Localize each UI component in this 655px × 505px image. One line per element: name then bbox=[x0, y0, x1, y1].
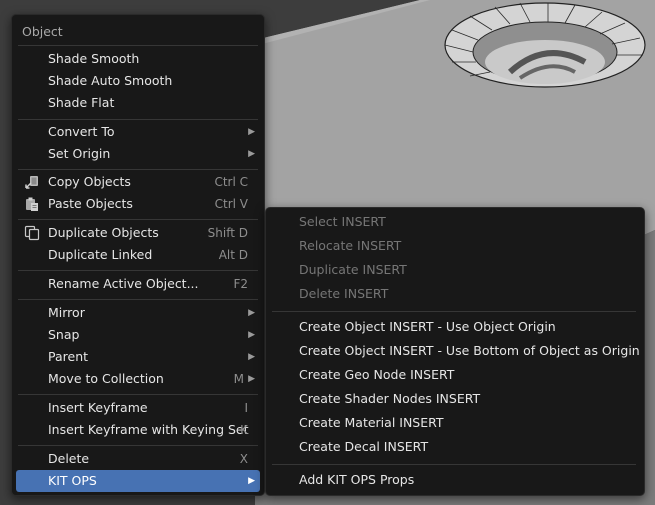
menu-item-label: Shade Auto Smooth bbox=[48, 73, 173, 88]
menu-item-label: Select INSERT bbox=[299, 214, 386, 229]
menu-item-label: Copy Objects bbox=[48, 174, 131, 189]
menu-item-copy-objects[interactable]: Copy Objects Ctrl C bbox=[16, 171, 260, 193]
menu-item-label: KIT OPS bbox=[48, 473, 97, 488]
menu-item-label: Insert Keyframe bbox=[48, 400, 148, 415]
menu-item-select-insert[interactable]: Select INSERT bbox=[270, 211, 640, 233]
menu-item-kit-ops[interactable]: KIT OPS ▶ bbox=[16, 470, 260, 492]
submenu-arrow-icon: ▶ bbox=[248, 330, 255, 340]
menu-item-add-kit-ops-props[interactable]: Add KIT OPS Props bbox=[270, 469, 640, 491]
menu-item-label: Shade Smooth bbox=[48, 51, 140, 66]
shortcut-label: Shift D bbox=[207, 226, 248, 240]
submenu-arrow-icon: ▶ bbox=[248, 352, 255, 362]
shortcut-label: I bbox=[244, 401, 248, 415]
menu-item-label: Create Object INSERT - Use Object Origin bbox=[299, 319, 556, 334]
separator bbox=[18, 169, 258, 170]
menu-item-convert-to[interactable]: Convert To ▶ bbox=[16, 121, 260, 143]
shortcut-label: X bbox=[239, 452, 248, 466]
menu-item-paste-objects[interactable]: Paste Objects Ctrl V bbox=[16, 193, 260, 215]
shortcut-label: M bbox=[233, 372, 244, 386]
submenu-arrow-icon: ▶ bbox=[248, 374, 255, 384]
separator bbox=[18, 119, 258, 120]
separator bbox=[18, 394, 258, 395]
menu-item-label: Delete INSERT bbox=[299, 286, 389, 301]
copy-icon bbox=[25, 176, 38, 189]
menu-item-label: Move to Collection bbox=[48, 371, 164, 386]
menu-item-create-geo-node-insert[interactable]: Create Geo Node INSERT bbox=[270, 364, 640, 386]
menu-item-mirror[interactable]: Mirror ▶ bbox=[16, 302, 260, 324]
menu-item-label: Set Origin bbox=[48, 146, 111, 161]
separator bbox=[272, 311, 636, 312]
menu-item-create-object-insert-origin[interactable]: Create Object INSERT - Use Object Origin bbox=[270, 316, 640, 338]
menu-item-insert-keyframe[interactable]: Insert Keyframe I bbox=[16, 397, 260, 419]
separator bbox=[18, 219, 258, 220]
menu-item-set-origin[interactable]: Set Origin ▶ bbox=[16, 143, 260, 165]
paste-icon bbox=[26, 197, 38, 211]
menu-item-shade-smooth[interactable]: Shade Smooth bbox=[16, 48, 260, 70]
menu-item-label: Create Geo Node INSERT bbox=[299, 367, 455, 382]
menu-item-duplicate-objects[interactable]: Duplicate Objects Shift D bbox=[16, 222, 260, 244]
menu-item-parent[interactable]: Parent ▶ bbox=[16, 346, 260, 368]
menu-item-create-shader-nodes-insert[interactable]: Create Shader Nodes INSERT bbox=[270, 388, 640, 410]
menu-item-label: Insert Keyframe with Keying Set bbox=[48, 422, 249, 437]
inserted-bowl-mesh bbox=[444, 2, 646, 88]
menu-item-label: Convert To bbox=[48, 124, 115, 139]
menu-item-relocate-insert[interactable]: Relocate INSERT bbox=[270, 235, 640, 257]
menu-item-shade-flat[interactable]: Shade Flat bbox=[16, 92, 260, 114]
menu-item-label: Delete bbox=[48, 451, 90, 466]
menu-item-label: Shade Flat bbox=[48, 95, 115, 110]
menu-item-create-decal-insert[interactable]: Create Decal INSERT bbox=[270, 436, 640, 458]
separator bbox=[18, 445, 258, 446]
menu-item-label: Parent bbox=[48, 349, 89, 364]
separator bbox=[18, 299, 258, 300]
submenu-arrow-icon: ▶ bbox=[248, 149, 255, 159]
shortcut-label: Ctrl C bbox=[214, 175, 248, 189]
separator bbox=[18, 270, 258, 271]
menu-item-move-to-collection[interactable]: Move to Collection M ▶ bbox=[16, 368, 260, 390]
menu-item-label: Duplicate Objects bbox=[48, 225, 159, 240]
menu-item-insert-keyframe-keying-set[interactable]: Insert Keyframe with Keying Set K bbox=[16, 419, 260, 441]
menu-item-label: Paste Objects bbox=[48, 196, 133, 211]
separator bbox=[272, 464, 636, 465]
menu-item-create-material-insert[interactable]: Create Material INSERT bbox=[270, 412, 640, 434]
shortcut-label: Alt D bbox=[218, 248, 248, 262]
kit-ops-submenu: Select INSERT Relocate INSERT Duplicate … bbox=[265, 207, 645, 496]
object-menu: Object Shade Smooth Shade Auto Smooth Sh… bbox=[11, 14, 265, 496]
menu-item-create-object-insert-bottom[interactable]: Create Object INSERT - Use Bottom of Obj… bbox=[270, 340, 640, 362]
menu-item-label: Mirror bbox=[48, 305, 85, 320]
menu-item-label: Create Material INSERT bbox=[299, 415, 444, 430]
menu-item-rename-active-object[interactable]: Rename Active Object... F2 bbox=[16, 273, 260, 295]
menu-item-duplicate-insert[interactable]: Duplicate INSERT bbox=[270, 259, 640, 281]
submenu-arrow-icon: ▶ bbox=[248, 476, 255, 486]
menu-item-label: Duplicate Linked bbox=[48, 247, 153, 262]
submenu-arrow-icon: ▶ bbox=[248, 308, 255, 318]
menu-title: Object bbox=[22, 24, 63, 39]
menu-item-duplicate-linked[interactable]: Duplicate Linked Alt D bbox=[16, 244, 260, 266]
menu-item-shade-auto-smooth[interactable]: Shade Auto Smooth bbox=[16, 70, 260, 92]
menu-item-delete-insert[interactable]: Delete INSERT bbox=[270, 283, 640, 305]
menu-item-label: Create Decal INSERT bbox=[299, 439, 429, 454]
shortcut-label: Ctrl V bbox=[214, 197, 248, 211]
menu-item-label: Create Shader Nodes INSERT bbox=[299, 391, 481, 406]
shortcut-label: K bbox=[240, 423, 248, 437]
menu-item-label: Relocate INSERT bbox=[299, 238, 402, 253]
submenu-arrow-icon: ▶ bbox=[248, 127, 255, 137]
menu-item-snap[interactable]: Snap ▶ bbox=[16, 324, 260, 346]
menu-item-label: Create Object INSERT - Use Bottom of Obj… bbox=[299, 343, 640, 358]
menu-item-label: Snap bbox=[48, 327, 80, 342]
menu-item-label: Add KIT OPS Props bbox=[299, 472, 415, 487]
duplicate-icon bbox=[24, 225, 40, 241]
menu-item-label: Rename Active Object... bbox=[48, 276, 199, 291]
shortcut-label: F2 bbox=[233, 277, 248, 291]
menu-item-delete[interactable]: Delete X bbox=[16, 448, 260, 470]
separator bbox=[18, 45, 258, 46]
menu-item-label: Duplicate INSERT bbox=[299, 262, 407, 277]
